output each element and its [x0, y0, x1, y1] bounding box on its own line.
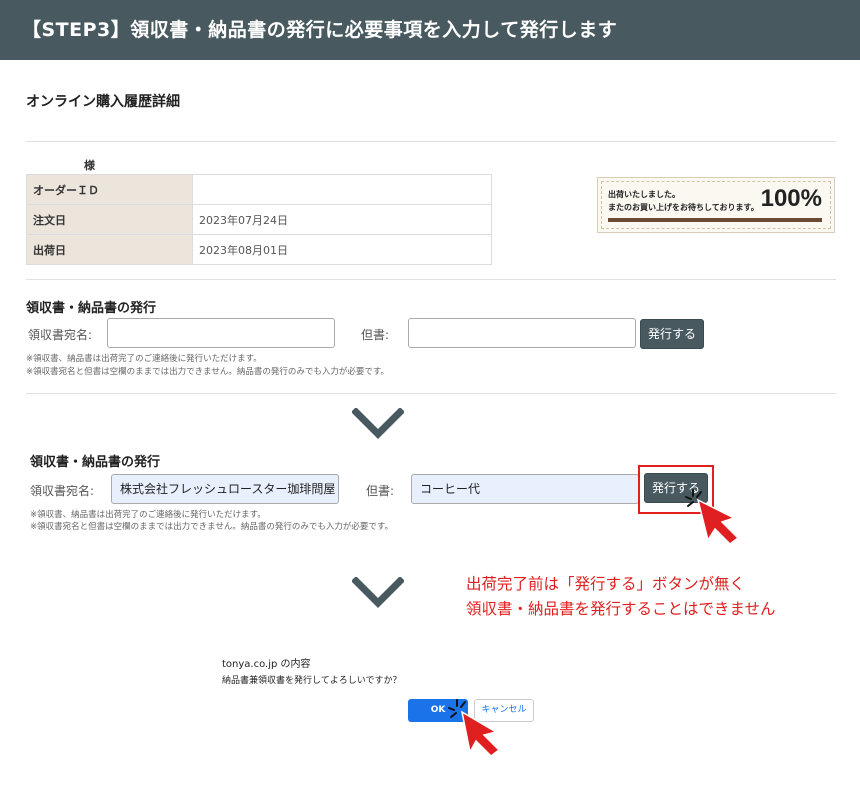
table-row: オーダーＩＤ	[26, 174, 492, 205]
issue-section-title-filled: 領収書・納品書の発行	[30, 455, 161, 470]
chevron-down-icon	[352, 577, 404, 608]
recipient-input-filled[interactable]: 株式会社フレッシュロースター珈琲問屋	[111, 474, 339, 504]
issue-section-title: 領収書・納品書の発行	[26, 301, 157, 316]
issue-note-1: ※領収書、納品書は出荷完了のご連絡後に発行いただけます。	[26, 354, 262, 364]
divider	[26, 393, 836, 394]
table-row: 出荷日 2023年08月01日	[26, 234, 492, 265]
order-id-label: オーダーＩＤ	[26, 174, 193, 205]
step-header: 【STEP3】領収書・納品書の発行に必要事項を入力して発行します	[0, 0, 860, 60]
order-id-value	[192, 174, 492, 205]
red-arrow-cursor-icon	[685, 489, 740, 545]
issue-note-1-filled: ※領収書、納品書は出荷完了のご連絡後に発行いただけます。	[30, 510, 266, 520]
customer-name: 様	[84, 159, 95, 172]
recipient-input[interactable]	[107, 318, 335, 348]
divider	[26, 279, 836, 280]
annotation-line-1: 出荷完了前は「発行する」ボタンが無く	[466, 575, 746, 593]
banner-percent: 100%	[760, 185, 822, 212]
issue-button[interactable]: 発行する	[640, 319, 704, 349]
proviso-label-filled: 但書:	[366, 484, 395, 498]
table-row: 注文日 2023年07月24日	[26, 204, 492, 235]
proviso-label: 但書:	[361, 328, 390, 342]
order-date-value: 2023年07月24日	[192, 204, 492, 235]
order-info-table: オーダーＩＤ 注文日 2023年07月24日 出荷日 2023年08月01日	[26, 174, 492, 265]
divider	[26, 141, 836, 142]
issue-note-2-filled: ※領収書宛名と但書は空欄のままでは出力できません。納品書の発行のみでも入力が必要…	[30, 522, 394, 532]
shipped-status-banner: 出荷いたしました。 またのお買い上げをお待ちしております。 100%	[597, 177, 835, 233]
annotation-line-2: 領収書・納品書を発行することはできません	[466, 600, 776, 618]
recipient-label: 領収書宛名:	[28, 328, 93, 342]
dialog-origin: tonya.co.jp の内容	[222, 659, 311, 670]
banner-line-1: 出荷いたしました。	[608, 190, 680, 199]
chevron-down-icon	[352, 408, 404, 439]
banner-progress-bar	[608, 218, 822, 222]
ship-date-value: 2023年08月01日	[192, 234, 492, 265]
issue-note-2: ※領収書宛名と但書は空欄のままでは出力できません。納品書の発行のみでも入力が必要…	[26, 367, 390, 377]
dialog-message: 納品書兼領収書を発行してよろしいですか？	[222, 676, 402, 686]
recipient-label-filled: 領収書宛名:	[30, 484, 95, 498]
proviso-input[interactable]	[408, 318, 636, 348]
order-date-label: 注文日	[26, 204, 193, 235]
banner-frame: 出荷いたしました。 またのお買い上げをお待ちしております。 100%	[601, 181, 831, 229]
proviso-input-filled[interactable]: コーヒー代	[411, 474, 639, 504]
ship-date-label: 出荷日	[26, 234, 193, 265]
red-arrow-cursor-icon	[448, 699, 501, 757]
page-title: オンライン購入履歴詳細	[26, 94, 180, 110]
banner-line-2: またのお買い上げをお待ちしております。	[608, 203, 759, 212]
